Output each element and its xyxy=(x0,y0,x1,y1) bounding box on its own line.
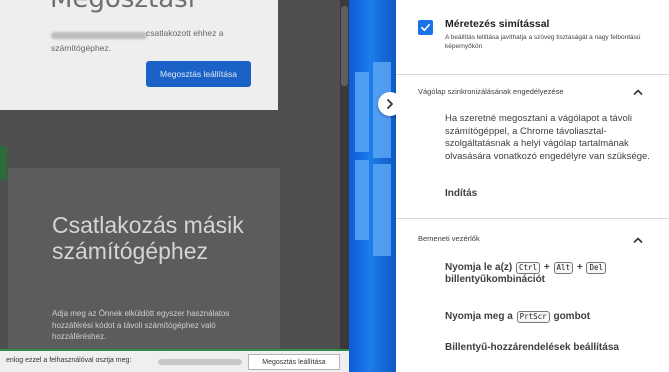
connected-message-line2: számítógéphez. xyxy=(51,43,112,53)
ctrl-alt-del-prefix: Nyomja le a(z) xyxy=(445,262,513,273)
key-del: Del xyxy=(586,262,606,274)
stop-sharing-button[interactable]: Megosztás leállítása xyxy=(146,61,251,87)
smoothing-checkbox[interactable] xyxy=(418,20,433,35)
desktop-wallpaper xyxy=(349,0,396,372)
section-divider xyxy=(396,74,669,75)
options-side-panel: Méretezés simítással A beállítás letiltá… xyxy=(396,0,669,372)
share-heading: Megosztási xyxy=(50,0,195,14)
wallpaper-pane xyxy=(355,72,369,152)
keymap-settings-link[interactable]: Billentyű-hozzárendelések beállítása xyxy=(445,342,619,353)
prtscr-prefix: Nyomja meg a xyxy=(445,311,513,322)
smoothing-title[interactable]: Méretezés simítással xyxy=(445,18,549,30)
share-status-card: Megosztási csatlakozott ehhez a számítóg… xyxy=(0,0,278,110)
input-controls-section-title[interactable]: Bemeneti vezérlők xyxy=(418,234,480,243)
green-accent-mark xyxy=(0,146,7,180)
sharing-notification-bar: enlog ezzel a felhasználóval osztja meg:… xyxy=(0,349,349,372)
chevron-up-icon[interactable] xyxy=(632,234,644,246)
connected-message-line1: csatlakozott ehhez a xyxy=(146,28,224,38)
chevron-right-icon xyxy=(387,99,393,109)
plus-sign: + xyxy=(543,262,550,273)
key-alt: Alt xyxy=(553,262,574,274)
connect-card: Csatlakozás másik számítógéphez Adja meg… xyxy=(8,168,280,358)
checkmark-icon xyxy=(421,23,430,32)
remote-desktop-page: Megosztási csatlakozott ehhez a számítóg… xyxy=(0,0,349,372)
plus-sign: + xyxy=(576,262,583,273)
redacted-email xyxy=(158,359,242,365)
chevron-up-icon[interactable] xyxy=(632,86,644,98)
redacted-email xyxy=(51,32,147,39)
share-bar-stop-button[interactable]: Megosztás leállítása xyxy=(248,354,340,370)
ctrl-alt-del-action[interactable]: Nyomja le a(z) Ctrl + Alt + Del billenty… xyxy=(445,262,665,286)
wallpaper-pane xyxy=(373,164,391,256)
panel-toggle-button[interactable] xyxy=(378,92,396,116)
connect-description: Adja meg az Önnek elküldött egyszer hasz… xyxy=(52,309,230,341)
clipboard-section-title[interactable]: Vágólap szinkronizálásának engedélyezése xyxy=(418,87,564,96)
page-scrollbar[interactable] xyxy=(340,0,349,372)
section-divider xyxy=(396,218,669,219)
prtscr-suffix: gombot xyxy=(553,311,591,322)
connect-title: Csatlakozás másik számítógéphez xyxy=(52,212,244,264)
wallpaper-pane xyxy=(355,160,369,240)
clipboard-description: Ha szeretné megosztani a vágólapot a táv… xyxy=(445,113,650,162)
smoothing-description: A beállítás letiltása javíthatja a szöve… xyxy=(445,34,641,50)
ctrl-alt-del-suffix: billentyűkombinációt xyxy=(445,274,546,285)
clipboard-start-link[interactable]: Indítás xyxy=(445,188,477,199)
page-scrollbar-thumb[interactable] xyxy=(341,6,348,86)
key-ctrl: Ctrl xyxy=(516,262,541,274)
prtscr-action[interactable]: Nyomja meg a PrtScr gombot xyxy=(445,311,590,323)
share-bar-text: enlog ezzel a felhasználóval osztja meg: xyxy=(6,357,132,364)
key-prtscr: PrtScr xyxy=(516,311,550,323)
